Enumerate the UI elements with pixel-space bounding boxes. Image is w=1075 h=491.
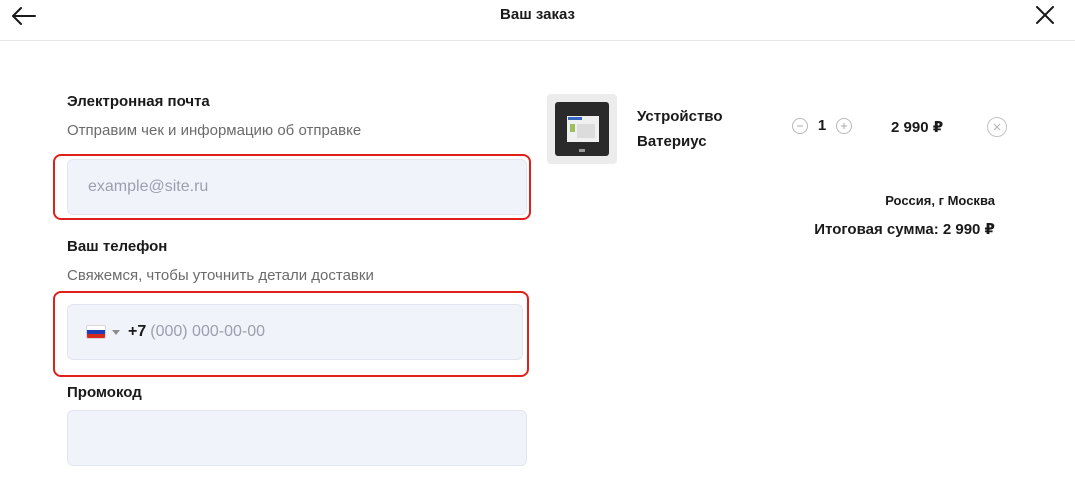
russia-flag-icon [86, 325, 106, 339]
minus-icon [797, 125, 803, 127]
decrease-quantity-button[interactable] [792, 118, 808, 134]
product-name: Устройство Ватериус [637, 104, 757, 154]
product-price: 2 990 ₽ [891, 119, 944, 136]
country-selector[interactable] [86, 325, 120, 339]
product-name-line2: Ватериус [637, 133, 707, 150]
increase-quantity-button[interactable] [836, 118, 852, 134]
phone-label: Ваш телефон [67, 238, 168, 255]
order-page: Ваш заказ Электронная почта Отправим чек… [0, 0, 1075, 491]
header: Ваш заказ [0, 0, 1075, 41]
product-name-line1: Устройство [637, 108, 723, 125]
close-button[interactable] [1034, 4, 1056, 26]
email-hint: Отправим чек и информацию об отправке [67, 122, 362, 139]
chevron-down-icon [112, 329, 120, 335]
email-label: Электронная почта [67, 93, 210, 110]
remove-item-button[interactable] [987, 117, 1007, 137]
phone-hint: Свяжемся, чтобы уточнить детали доставки [67, 267, 374, 284]
close-icon [993, 123, 1001, 131]
delivery-location: Россия, г Москва [885, 193, 995, 208]
promo-label: Промокод [67, 384, 142, 401]
phone-field: +7 [67, 304, 523, 360]
product-image [547, 94, 617, 164]
email-field[interactable] [67, 159, 527, 215]
phone-input[interactable] [150, 323, 451, 341]
order-total: Итоговая сумма: 2 990 ₽ [814, 221, 995, 238]
close-icon [1036, 6, 1054, 24]
plus-icon [841, 123, 847, 129]
device-icon [555, 102, 609, 156]
phone-prefix: +7 [128, 323, 147, 340]
page-title: Ваш заказ [500, 6, 575, 23]
promo-field[interactable] [67, 410, 527, 466]
quantity-value: 1 [817, 117, 827, 134]
